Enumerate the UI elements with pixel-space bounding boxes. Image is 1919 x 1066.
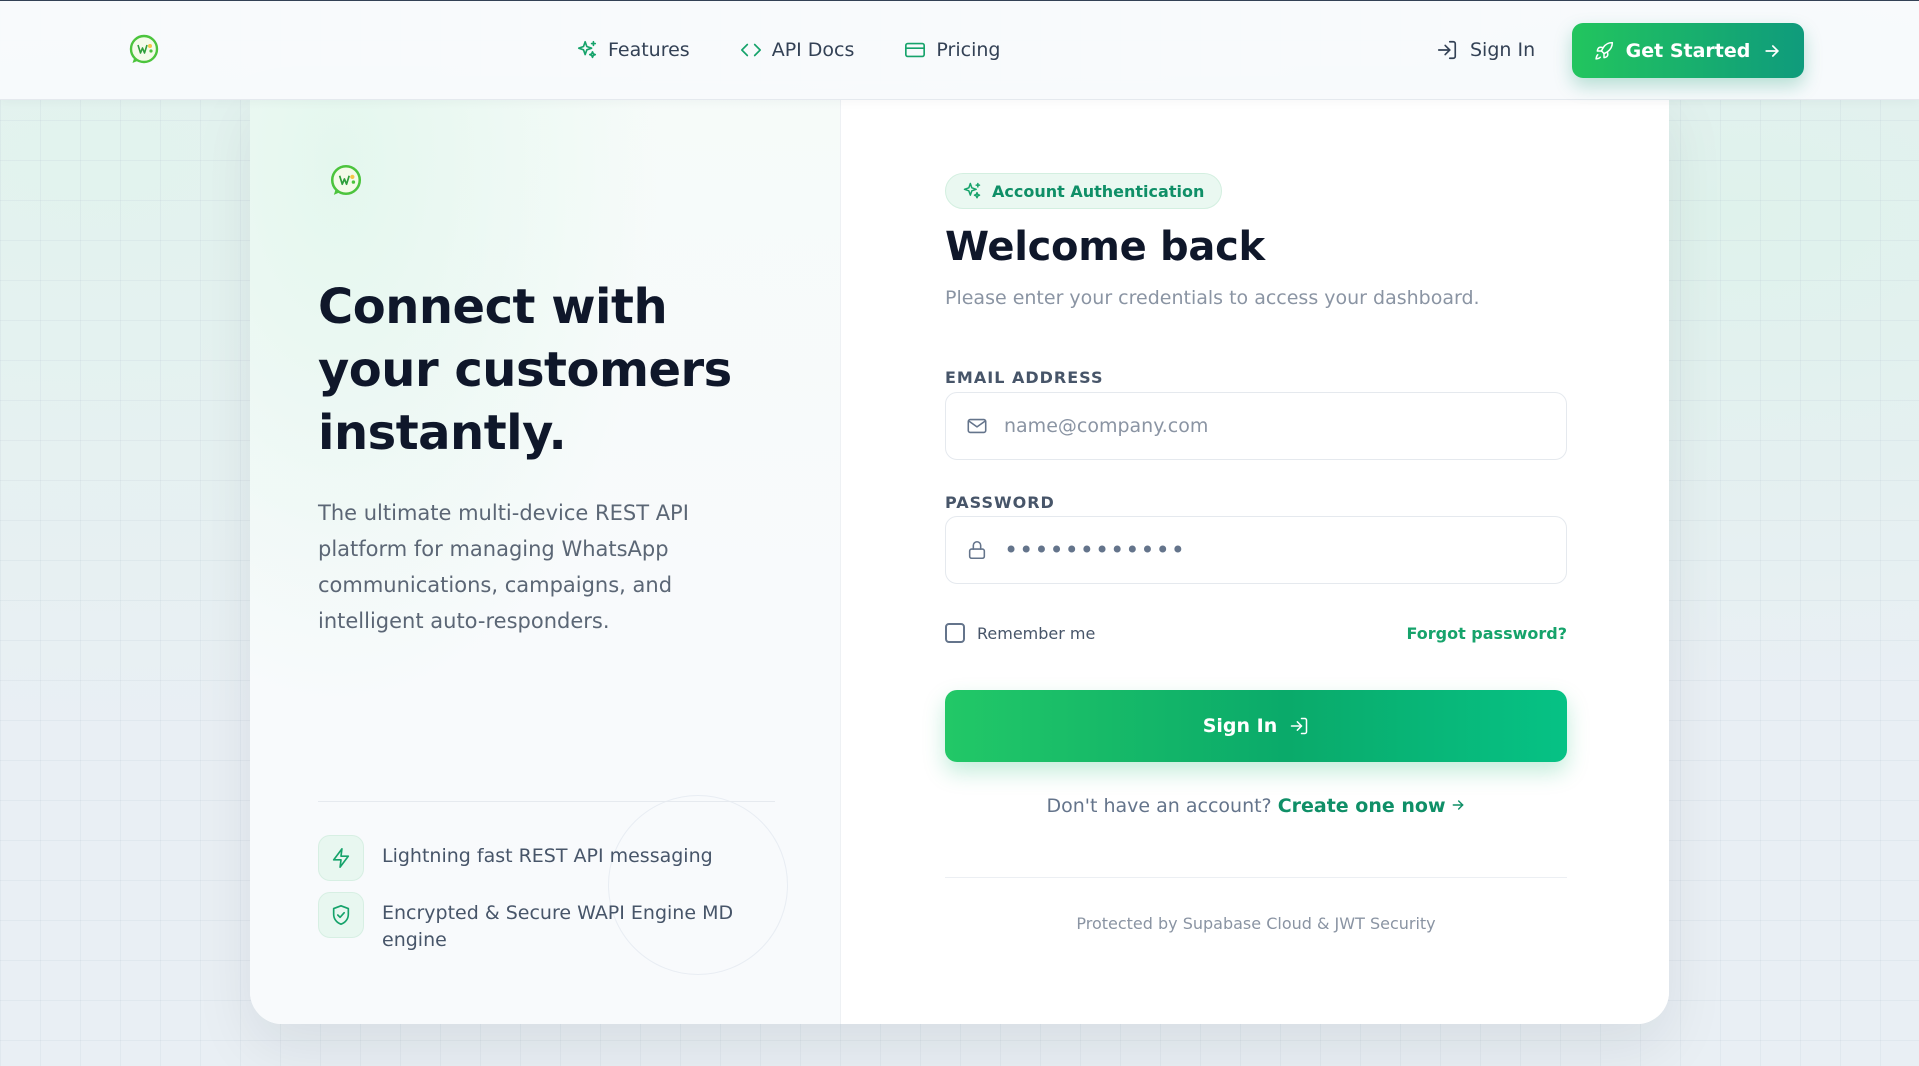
code-icon	[740, 43, 761, 57]
feature-text: Lightning fast REST API messaging	[382, 845, 713, 867]
email-input[interactable]	[1004, 415, 1544, 437]
feature-text: Encrypted & Secure WAPI Engine MD engine	[382, 902, 734, 951]
remember-row: Remember me Forgot password?	[945, 618, 1567, 648]
email-label: EMAIL ADDRESS	[945, 368, 1104, 387]
log-in-icon	[1437, 40, 1457, 60]
create-account-link[interactable]: Create one now	[1278, 795, 1466, 817]
feature-item-fast-api: Lightning fast REST API messaging	[318, 835, 762, 881]
remember-me-checkbox[interactable]	[945, 623, 965, 643]
forgot-password-link[interactable]: Forgot password?	[1406, 624, 1567, 643]
nav-link-features-label: Features	[608, 39, 690, 61]
password-label: PASSWORD	[945, 493, 1055, 512]
lightning-icon	[332, 848, 350, 868]
hero-divider	[318, 801, 775, 802]
lock-icon	[968, 540, 986, 560]
login-form-panel: Account Authentication Welcome back Plea…	[841, 90, 1669, 1024]
feature-item-secure-engine: Encrypted & Secure WAPI Engine MD engine	[318, 892, 762, 954]
nav-link-api-docs-label: API Docs	[771, 39, 855, 61]
get-started-button[interactable]: Get Started	[1572, 23, 1804, 78]
feature-icon-box	[318, 892, 364, 938]
top-navbar: Features API Docs Pricing Sign In Get St…	[0, 1, 1919, 100]
password-field-wrapper[interactable]: ••••••••••••	[945, 516, 1567, 584]
welcome-title: Welcome back	[945, 224, 1265, 270]
mail-icon	[967, 418, 987, 434]
nav-link-api-docs[interactable]: API Docs	[740, 39, 855, 61]
form-divider	[945, 877, 1567, 878]
hero-description: The ultimate multi-device REST API platf…	[318, 501, 689, 633]
welcome-subtitle: Please enter your credentials to access …	[945, 287, 1480, 309]
security-footer-text: Protected by Supabase Cloud & JWT Securi…	[1076, 914, 1436, 933]
badge-label: Account Authentication	[992, 181, 1205, 201]
nav-links: Features API Docs Pricing	[576, 31, 1000, 69]
credit-card-icon	[905, 42, 926, 58]
sign-in-button[interactable]: Sign In	[945, 690, 1567, 762]
rocket-icon	[1594, 41, 1613, 60]
remember-me-control: Remember me	[945, 623, 1095, 643]
nav-link-features[interactable]: Features	[576, 39, 690, 61]
signup-prompt-text: Don't have an account?	[1046, 795, 1272, 817]
auth-card: Connect with your customers instantly. T…	[250, 90, 1669, 1024]
hero-title: Connect with your customers instantly.	[318, 279, 732, 461]
password-input[interactable]: ••••••••••••	[1004, 536, 1186, 564]
whatsapp-logo-icon	[330, 164, 362, 196]
sign-in-button-label: Sign In	[1202, 715, 1278, 737]
email-field-wrapper	[945, 392, 1567, 460]
whatsapp-logo-icon[interactable]	[127, 32, 161, 66]
log-in-icon	[1291, 717, 1308, 735]
nav-link-pricing[interactable]: Pricing	[904, 39, 1000, 61]
sparkles-icon	[963, 182, 981, 199]
window-top-border	[0, 0, 1919, 1]
create-account-label: Create one now	[1277, 795, 1446, 817]
nav-link-pricing-label: Pricing	[936, 39, 1001, 61]
sparkles-icon	[577, 40, 597, 59]
nav-sign-in-link[interactable]: Sign In	[1436, 31, 1535, 69]
shield-check-icon	[332, 905, 350, 925]
arrow-right-icon	[1765, 44, 1780, 57]
hero-panel: Connect with your customers instantly. T…	[250, 90, 841, 1024]
account-authentication-badge: Account Authentication	[945, 173, 1223, 209]
feature-icon-box	[318, 835, 364, 881]
remember-me-label[interactable]: Remember me	[977, 624, 1095, 643]
nav-sign-in-label: Sign In	[1470, 39, 1536, 61]
get-started-label: Get Started	[1625, 39, 1751, 62]
signup-prompt-row: Don't have an account? Create one now	[945, 795, 1567, 817]
arrow-right-icon	[1452, 800, 1463, 810]
